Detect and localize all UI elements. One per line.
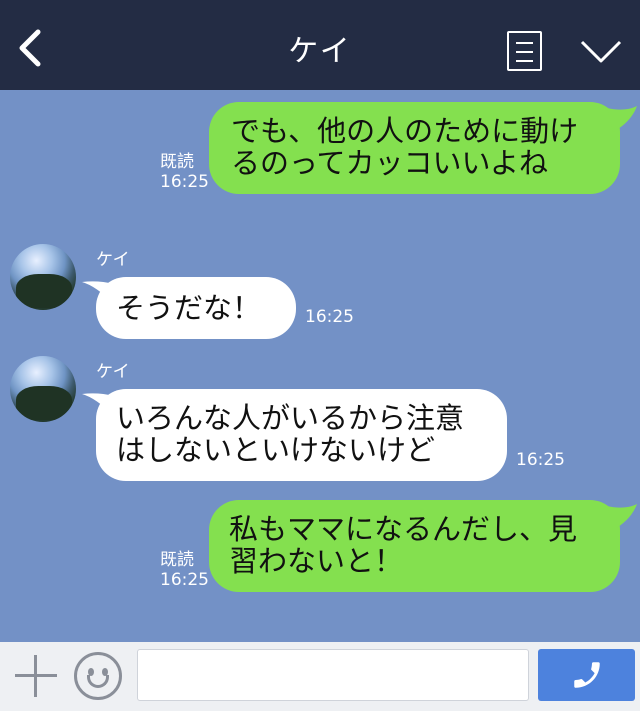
message-text: るのってカッコいいよね: [231, 146, 548, 180]
sender-name: ケイ: [96, 362, 130, 382]
avatar[interactable]: [10, 244, 76, 310]
message-input[interactable]: [137, 649, 529, 701]
avatar[interactable]: [10, 356, 76, 422]
note-icon[interactable]: [507, 31, 542, 71]
message-text: でも、他の人のために動け: [231, 114, 579, 148]
message-text: はしないといけないけど: [116, 433, 436, 467]
received-message-bubble[interactable]: いろんな人がいるから注意 はしないといけないけど: [96, 389, 507, 481]
call-button[interactable]: [538, 649, 635, 701]
bubble-tail: [607, 504, 637, 530]
message-text: 私もママになるんだし、見: [229, 512, 578, 546]
message-time: 16:25: [160, 570, 209, 590]
message-time: 16:25: [160, 172, 209, 192]
chevron-down-icon[interactable]: [579, 38, 623, 66]
received-message-bubble[interactable]: そうだな！: [96, 277, 296, 339]
message-text: いろんな人がいるから注意: [116, 401, 465, 435]
sender-name: ケイ: [96, 250, 130, 270]
sent-message-bubble[interactable]: 私もママになるんだし、見 習わないと！: [209, 500, 620, 592]
sent-message-bubble[interactable]: でも、他の人のために動け るのってカッコいいよね: [209, 102, 620, 194]
phone-icon: [574, 662, 600, 688]
plus-icon[interactable]: [15, 655, 57, 697]
read-receipt: 既読 16:25: [160, 152, 209, 192]
message-text: そうだな！: [116, 291, 262, 325]
smiley-icon[interactable]: [74, 652, 122, 700]
chat-title: ケイ: [288, 34, 352, 69]
message-time: 16:25: [305, 307, 354, 327]
read-receipt: 既読 16:25: [160, 550, 209, 590]
message-list: 既読 16:25 でも、他の人のために動け るのってカッコいいよね ケイ そうだ…: [0, 90, 640, 642]
message-text: 習わないと！: [229, 544, 404, 578]
chat-header: ケイ: [0, 0, 640, 90]
message-time: 16:25: [516, 450, 565, 470]
bubble-tail: [607, 106, 637, 132]
